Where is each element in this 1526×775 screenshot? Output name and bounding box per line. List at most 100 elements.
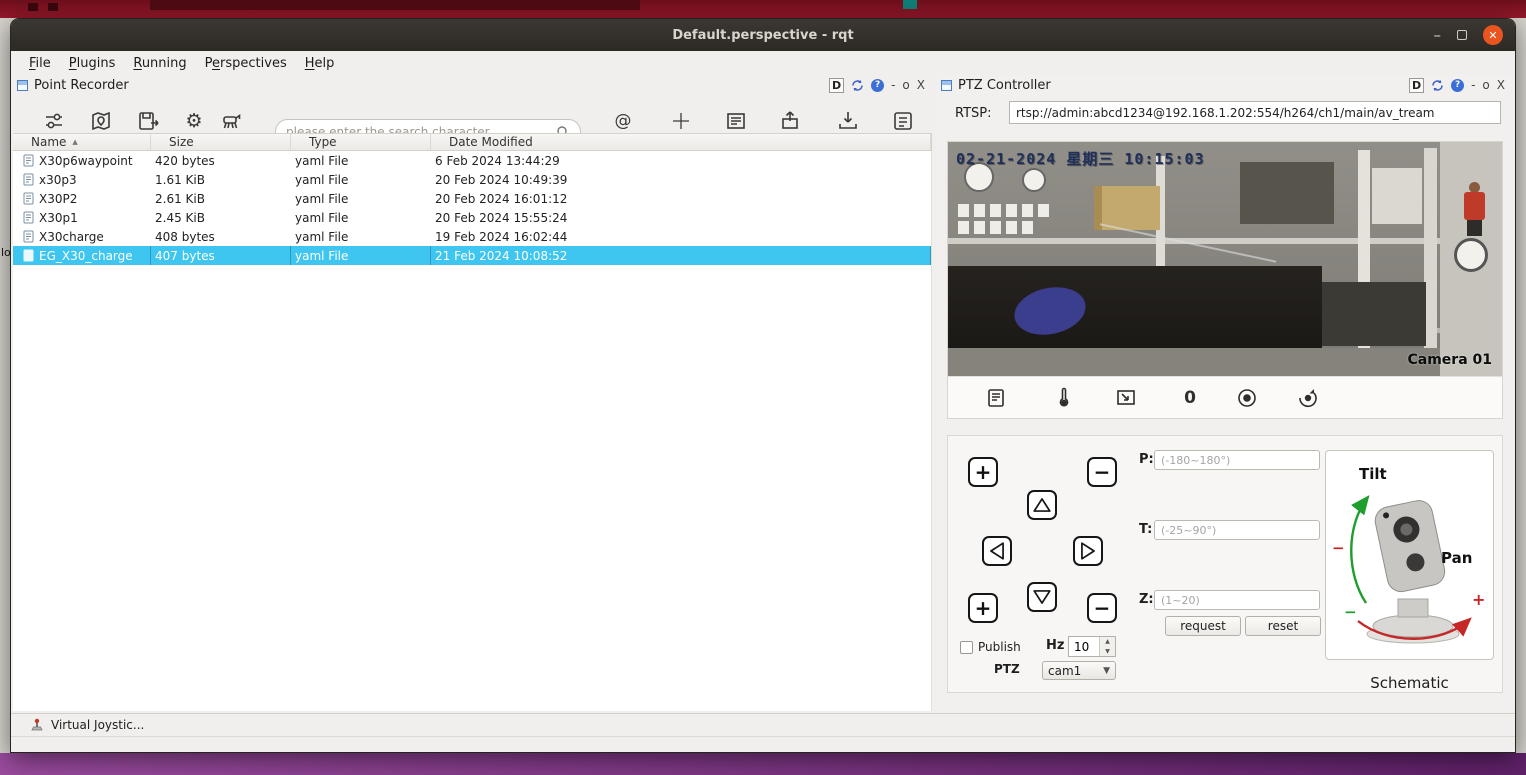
dock-close-button[interactable]: X <box>1497 78 1505 92</box>
share-upload-icon[interactable] <box>777 108 803 134</box>
pan-left-button[interactable] <box>982 536 1012 566</box>
menubar: FilePluginsRunningPerspectivesHelp <box>11 51 1515 75</box>
table-row[interactable]: X30p12.45 KiByaml File20 Feb 2024 15:55:… <box>13 208 931 227</box>
column-header-modified[interactable]: Date Modified <box>431 134 931 150</box>
point-recorder-toolbar: ⚙ @ <box>13 95 935 133</box>
video-dark-equipment <box>1240 162 1334 224</box>
help-icon[interactable]: ? <box>871 79 884 92</box>
hz-spin-up-icon[interactable]: ▲ <box>1100 637 1115 647</box>
request-button[interactable]: request <box>1165 616 1241 636</box>
download-icon[interactable] <box>835 108 861 134</box>
minimized-plugin-item[interactable]: Virtual Joystic... <box>51 718 144 732</box>
table-header: Name ▲ Size Type Date Modified <box>13 133 932 151</box>
column-header-type[interactable]: Type <box>291 134 431 150</box>
video-panel: 02-21-2024 星期三 10:15:03 Camera 01 0 <box>947 141 1503 419</box>
desktop: lo Default.perspective - rqt – ✕ FilePlu… <box>0 0 1526 775</box>
save-export-icon[interactable] <box>135 108 161 134</box>
menu-help[interactable]: Help <box>297 54 343 73</box>
table-row[interactable]: x30p31.61 KiByaml File20 Feb 2024 10:49:… <box>13 170 931 189</box>
video-person-body <box>1464 192 1485 220</box>
ptz-select-label: PTZ <box>994 662 1020 676</box>
video-toolbar: 0 <box>948 376 1502 418</box>
table-row[interactable]: EG_X30_charge407 bytesyaml File21 Feb 20… <box>13 246 931 265</box>
dock-d-badge[interactable]: D <box>829 78 844 93</box>
menu-perspectives[interactable]: Perspectives <box>197 54 295 73</box>
dock-minimize-button[interactable]: - <box>1471 78 1475 92</box>
ptz-controller-titlebar[interactable]: PTZ Controller D ? - o X <box>937 75 1515 95</box>
preset-list-icon[interactable] <box>984 386 1008 410</box>
dock-d-badge[interactable]: D <box>1409 78 1424 93</box>
yaml-file-icon <box>23 249 34 262</box>
waypoint-map-icon[interactable] <box>88 108 114 134</box>
camera-rotate-icon[interactable] <box>1296 386 1320 410</box>
thermometer-icon[interactable] <box>1052 386 1076 410</box>
publish-checkbox[interactable] <box>960 641 973 654</box>
robot-icon[interactable] <box>218 108 244 134</box>
zoom-zero-indicator[interactable]: 0 <box>1178 386 1202 410</box>
file-table: X30p6waypoint420 bytesyaml File6 Feb 202… <box>13 151 932 711</box>
ros-refresh-icon[interactable] <box>851 79 864 92</box>
tilt-up-button[interactable] <box>1027 490 1057 520</box>
video-bench <box>948 348 1440 376</box>
tilt-label: Tilt <box>1359 465 1387 483</box>
point-recorder-dock: Point Recorder D ? - o X <box>13 75 935 711</box>
checklist-settings-icon[interactable] <box>890 108 916 134</box>
column-header-name[interactable]: Name ▲ <box>13 134 151 150</box>
zoom-in-top-button[interactable]: + <box>968 457 998 487</box>
pan-minus-mark: − <box>1332 539 1345 557</box>
list-detail-icon[interactable] <box>723 108 749 134</box>
maximize-button[interactable] <box>1457 30 1467 40</box>
plugin-window-icon <box>941 80 952 91</box>
dock-title: PTZ Controller <box>958 78 1051 93</box>
gear-icon[interactable]: ⚙ <box>181 108 207 134</box>
at-topic-icon[interactable]: @ <box>610 108 636 134</box>
rtsp-url-input[interactable] <box>1009 101 1501 124</box>
ros-refresh-icon[interactable] <box>1431 79 1444 92</box>
dock-close-button[interactable]: X <box>917 78 925 92</box>
minimize-button[interactable]: – <box>1434 30 1442 40</box>
yaml-file-icon <box>23 211 34 224</box>
joystick-icon <box>29 717 45 733</box>
dock-title: Point Recorder <box>34 78 129 93</box>
menu-plugins[interactable]: Plugins <box>61 54 124 73</box>
point-recorder-titlebar[interactable]: Point Recorder D ? - o X <box>13 75 935 95</box>
help-icon[interactable]: ? <box>1451 79 1464 92</box>
pan-value-input[interactable] <box>1154 450 1320 470</box>
add-icon[interactable] <box>668 108 694 134</box>
column-header-size[interactable]: Size <box>151 134 291 150</box>
hz-spinbox: ▲ ▼ <box>1068 636 1116 657</box>
zoom-value-input[interactable] <box>1154 590 1320 610</box>
dock-float-button[interactable]: o <box>1482 78 1489 92</box>
reset-button[interactable]: reset <box>1245 616 1321 636</box>
table-row[interactable]: X30P22.61 KiByaml File20 Feb 2024 16:01:… <box>13 189 931 208</box>
zoom-out-top-button[interactable]: − <box>1087 457 1117 487</box>
dock-minimize-button[interactable]: - <box>891 78 895 92</box>
rtsp-label: RTSP: <box>955 106 992 121</box>
menu-running[interactable]: Running <box>125 54 194 73</box>
zoom-out-bottom-button[interactable]: − <box>1087 593 1117 623</box>
hz-label: Hz <box>1046 638 1064 653</box>
video-timestamp: 02-21-2024 星期三 10:15:03 <box>956 148 1205 169</box>
desktop-top-strip <box>0 0 1526 18</box>
camera-select-dropdown[interactable]: cam1 ▼ <box>1042 661 1116 680</box>
menu-file[interactable]: File <box>21 54 59 73</box>
close-button[interactable]: ✕ <box>1483 25 1503 45</box>
zoom-in-bottom-button[interactable]: + <box>968 593 998 623</box>
window-title: Default.perspective - rqt <box>672 28 853 43</box>
titlebar[interactable]: Default.perspective - rqt – ✕ <box>11 19 1515 51</box>
table-row[interactable]: X30charge408 bytesyaml File19 Feb 2024 1… <box>13 227 931 246</box>
camera-name-overlay: Camera 01 <box>1407 352 1492 368</box>
pan-right-button[interactable] <box>1073 536 1103 566</box>
zoom-field-label: Z: <box>1139 592 1154 607</box>
tilt-value-input[interactable] <box>1154 520 1320 540</box>
tune-settings-icon[interactable] <box>41 108 67 134</box>
dock-float-button[interactable]: o <box>902 78 909 92</box>
record-icon[interactable] <box>1235 386 1259 410</box>
tilt-down-button[interactable] <box>1027 582 1057 612</box>
ptz-controls-panel: + − + − P: T: <box>947 435 1503 693</box>
table-row[interactable]: X30p6waypoint420 bytesyaml File6 Feb 202… <box>13 151 931 170</box>
hz-input[interactable] <box>1069 637 1099 656</box>
hz-spin-down-icon[interactable]: ▼ <box>1100 647 1115 657</box>
fullscreen-pip-icon[interactable] <box>1114 386 1138 410</box>
video-device <box>1322 282 1426 346</box>
